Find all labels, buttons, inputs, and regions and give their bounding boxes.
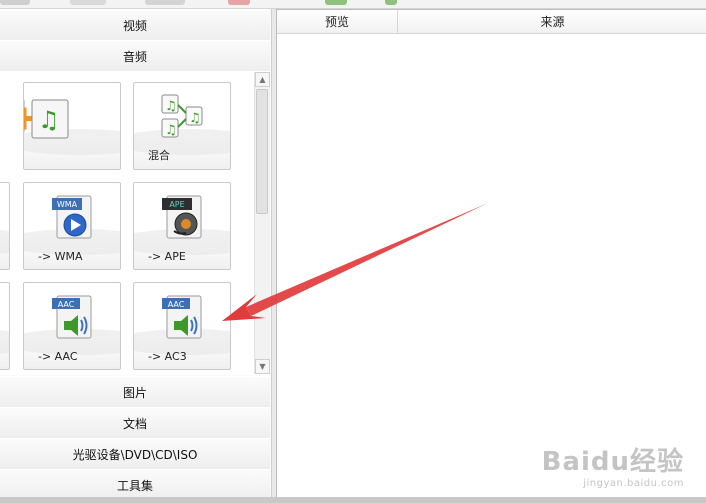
- tile-to-ac3[interactable]: AAC -> AC3: [133, 282, 231, 370]
- scroll-thumb[interactable]: [256, 89, 268, 214]
- ac3-badge-text: AAC: [168, 300, 185, 309]
- file-list-panel: 预览 来源: [276, 9, 706, 498]
- watermark-url: jingyan.baidu.com: [583, 478, 684, 489]
- tile-to-aac[interactable]: AAC -> AAC: [23, 282, 121, 370]
- toolbar-button-fragment[interactable]: [145, 0, 185, 5]
- tile-audio-mix[interactable]: ♫ ♫ ♫ 混合: [133, 82, 231, 170]
- tile-audio-merge[interactable]: ♫ ♫: [23, 82, 121, 170]
- audio-format-grid: ♫ ♫ ♫ ♫ ♫ 混合: [0, 71, 270, 375]
- status-strip: [0, 497, 706, 503]
- ape-badge-text: APE: [169, 200, 184, 209]
- category-audio[interactable]: 音频: [0, 40, 270, 72]
- toolbar: [0, 0, 706, 9]
- category-document[interactable]: 文档: [0, 407, 270, 439]
- tile-to-wma[interactable]: WMA -> WMA: [23, 182, 121, 270]
- tile-partial[interactable]: [0, 282, 10, 370]
- toolbar-button-fragment[interactable]: [70, 0, 106, 5]
- watermark-logo: Baidu经验: [541, 447, 684, 477]
- toolbar-button-fragment[interactable]: [0, 0, 30, 5]
- svg-text:♫: ♫: [38, 106, 60, 134]
- scroll-up-button[interactable]: ▲: [255, 72, 270, 87]
- svg-text:♫: ♫: [165, 123, 177, 138]
- watermark: Baidu经验 jingyan.baidu.com: [542, 441, 684, 489]
- tile-label: 混合: [148, 149, 170, 162]
- scroll-down-button[interactable]: ▼: [255, 359, 270, 374]
- toolbar-button-fragment[interactable]: [385, 0, 397, 5]
- category-video[interactable]: 视频: [0, 9, 270, 41]
- grid-scrollbar[interactable]: ▲ ▼: [254, 72, 270, 374]
- tile-label: -> AAC: [38, 350, 78, 363]
- chevron-up-icon: ▲: [259, 75, 266, 84]
- column-header-preview[interactable]: 预览: [277, 10, 398, 34]
- chevron-down-icon: ▼: [259, 362, 266, 371]
- wma-badge-text: WMA: [57, 200, 78, 209]
- audio-merge-icon: ♫ ♫: [24, 99, 69, 139]
- tile-partial[interactable]: [0, 182, 10, 270]
- toolbar-button-fragment[interactable]: [325, 0, 347, 5]
- column-header-source[interactable]: 来源: [398, 10, 706, 34]
- tile-to-ape[interactable]: APE -> APE: [133, 182, 231, 270]
- toolbar-button-fragment[interactable]: [228, 0, 250, 5]
- conversion-category-panel: 视频 音频 ♫ ♫ ♫ ♫ ♫: [0, 9, 272, 503]
- tile-label: -> APE: [148, 250, 186, 263]
- tile-label: -> WMA: [38, 250, 83, 263]
- tile-label: -> AC3: [148, 350, 187, 363]
- category-disc-device[interactable]: 光驱设备\DVD\CD\ISO: [0, 438, 270, 470]
- aac-badge-text: AAC: [58, 300, 75, 309]
- svg-text:♫: ♫: [189, 111, 201, 126]
- svg-text:♫: ♫: [165, 99, 177, 114]
- category-image[interactable]: 图片: [0, 376, 270, 408]
